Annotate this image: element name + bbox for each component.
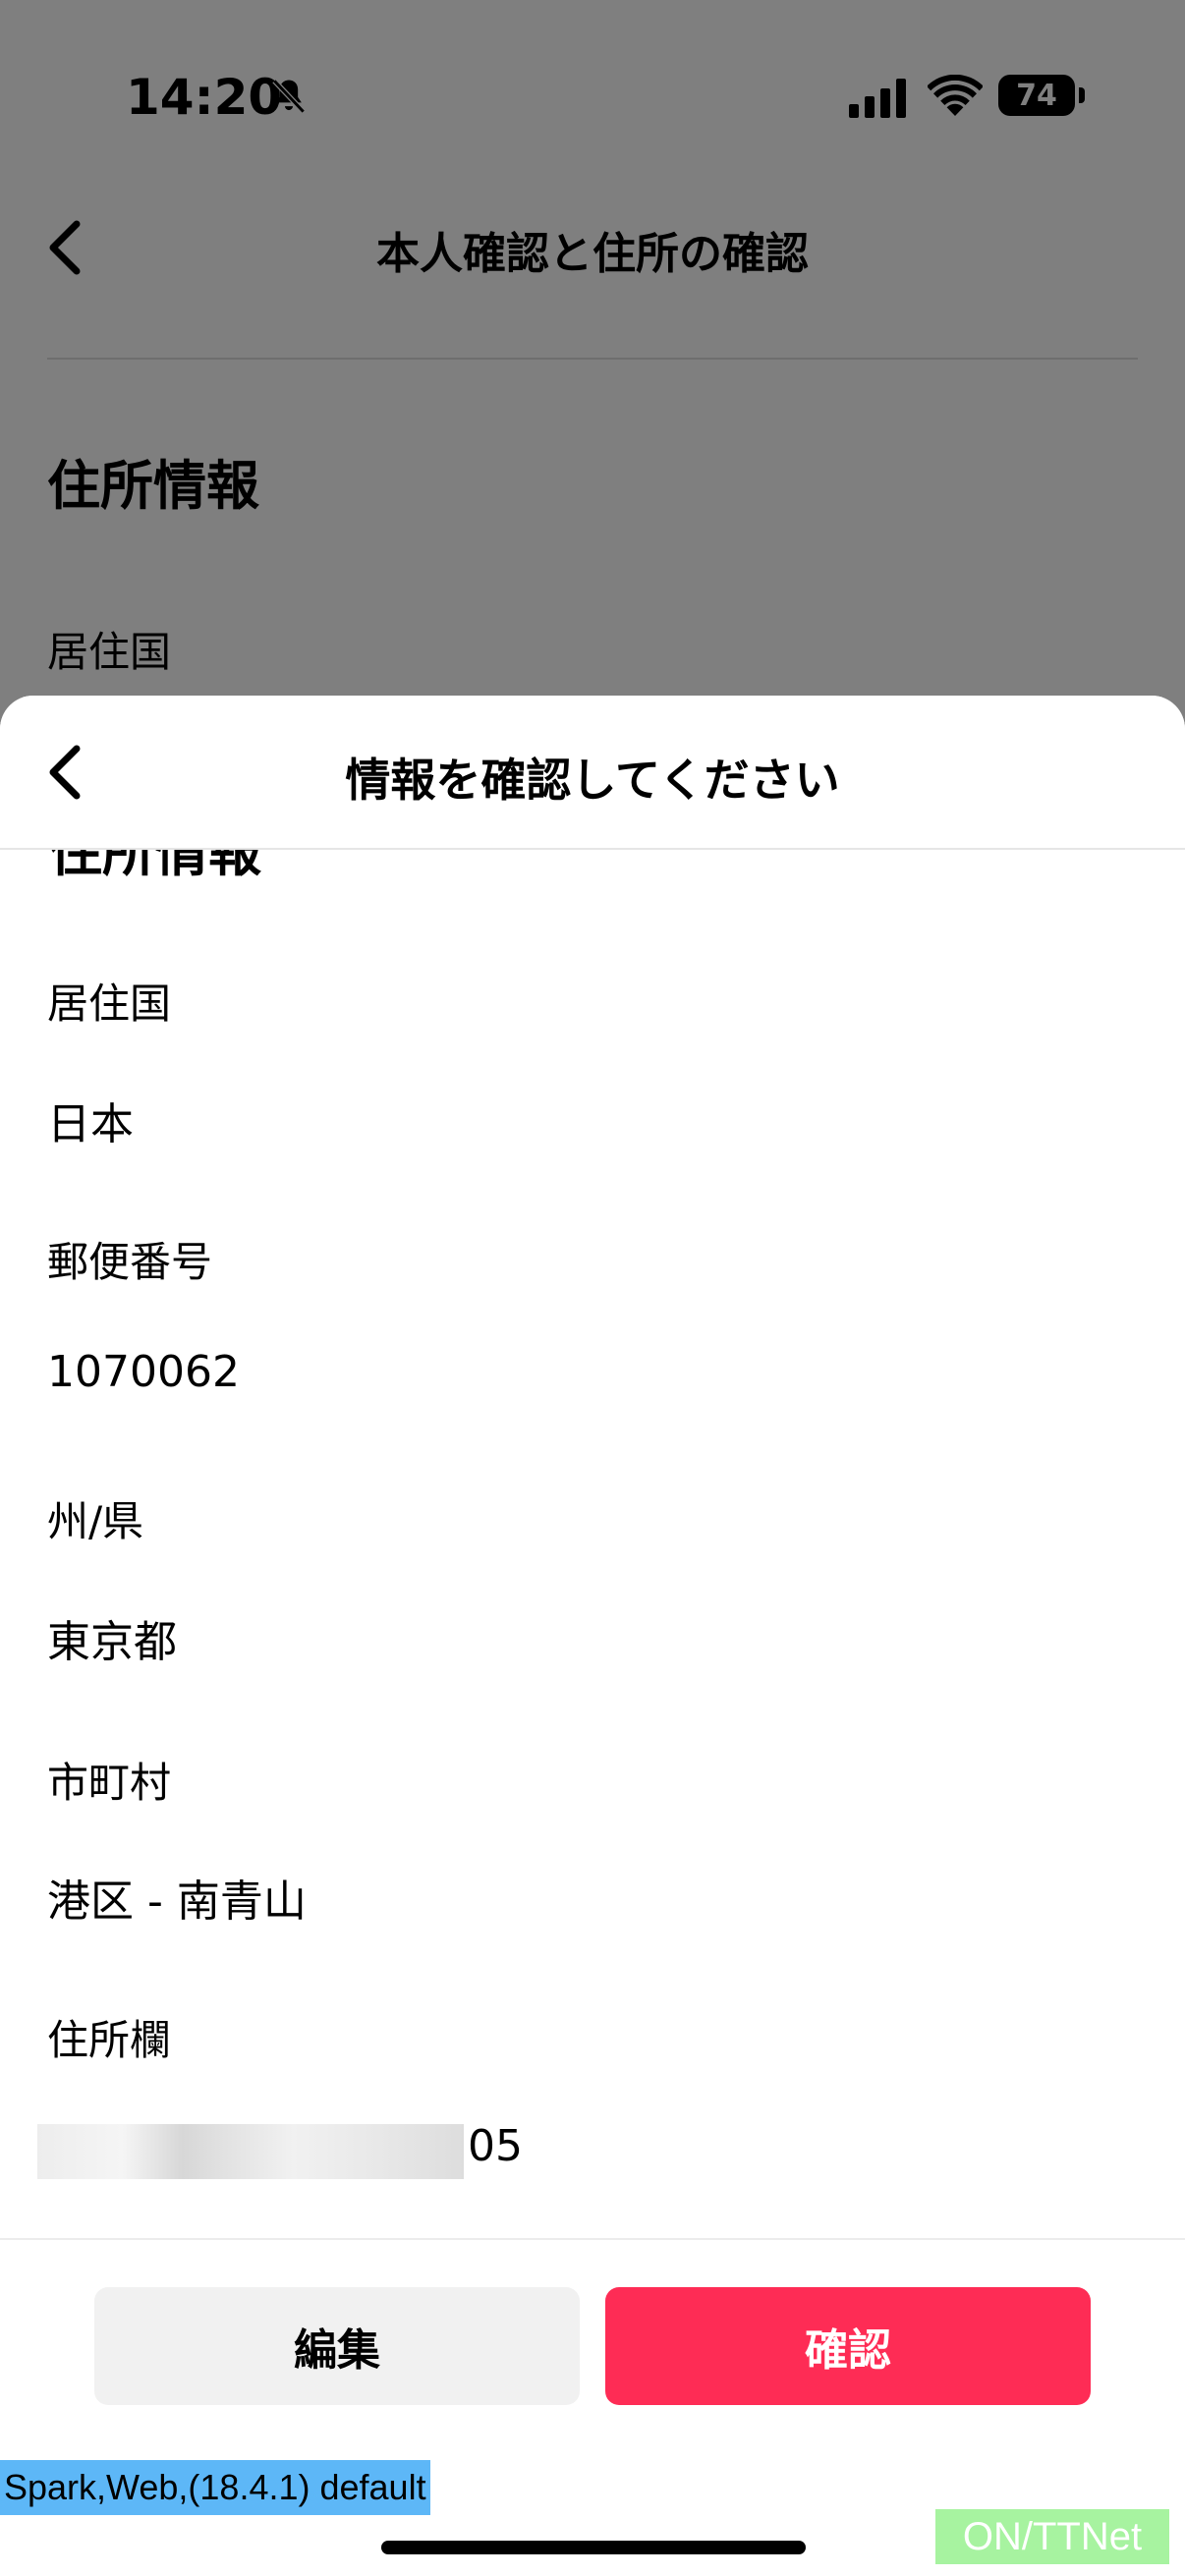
field-value-country: 日本 xyxy=(47,1099,134,1149)
field-label-city: 市町村 xyxy=(47,1759,172,1807)
sheet-content-scroll[interactable]: 住所情報 居住国 日本 郵便番号 1070062 州/県 東京都 市町村 港区 … xyxy=(0,848,1185,2204)
field-label-postal-code: 郵便番号 xyxy=(47,1238,213,1286)
confirm-button[interactable]: 確認 xyxy=(605,2287,1091,2405)
field-value-prefecture: 東京都 xyxy=(47,1617,177,1667)
debug-version-label: Spark,Web,(18.4.1) default xyxy=(0,2460,430,2515)
sheet-title: 情報を確認してください xyxy=(345,754,840,807)
field-label-address: 住所欄 xyxy=(47,2016,172,2064)
field-value-postal-code: 1070062 xyxy=(47,1347,240,1397)
footer-divider xyxy=(0,2238,1185,2240)
field-label-country: 居住国 xyxy=(47,980,172,1028)
confirm-info-sheet: 情報を確認してください 住所情報 居住国 日本 郵便番号 1070062 州/県… xyxy=(0,696,1185,2576)
field-label-prefecture: 州/県 xyxy=(47,1497,144,1545)
network-label: ON/TTNet xyxy=(935,2509,1169,2564)
home-indicator[interactable] xyxy=(381,2541,806,2554)
section-heading: 住所情報 xyxy=(49,848,261,883)
sheet-header: 情報を確認してください xyxy=(0,696,1185,850)
field-value-address: 05 xyxy=(468,2121,523,2171)
edit-button[interactable]: 編集 xyxy=(94,2287,580,2405)
redacted-address xyxy=(37,2124,464,2179)
field-value-city: 港区 - 南青山 xyxy=(47,1876,307,1927)
